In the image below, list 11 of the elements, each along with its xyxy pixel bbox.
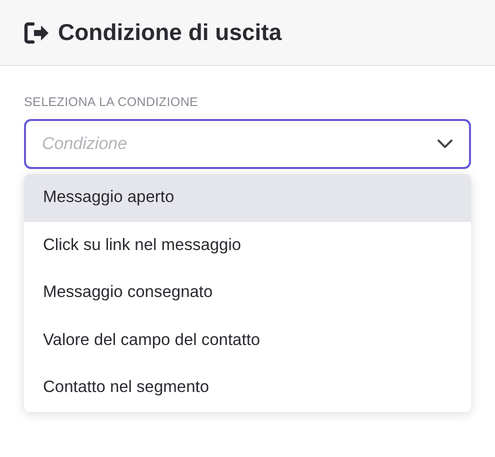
condition-select[interactable]: Condizione <box>24 119 471 169</box>
condition-input[interactable]: Condizione <box>40 133 437 155</box>
field-label: SELEZIONA LA CONDIZIONE <box>24 95 200 109</box>
dropdown-option[interactable]: Messaggio consegnato <box>24 269 471 316</box>
dropdown-option[interactable]: Messaggio aperto <box>24 174 471 222</box>
dropdown-option[interactable]: Valore del campo del contatto <box>24 316 471 364</box>
exit-icon <box>24 22 50 44</box>
panel-title: Condizione di uscita <box>58 19 282 46</box>
dropdown-option[interactable]: Contatto nel segmento <box>24 364 471 412</box>
dropdown-option[interactable]: Click su link nel messaggio <box>24 222 471 269</box>
chevron-down-icon <box>437 139 453 149</box>
